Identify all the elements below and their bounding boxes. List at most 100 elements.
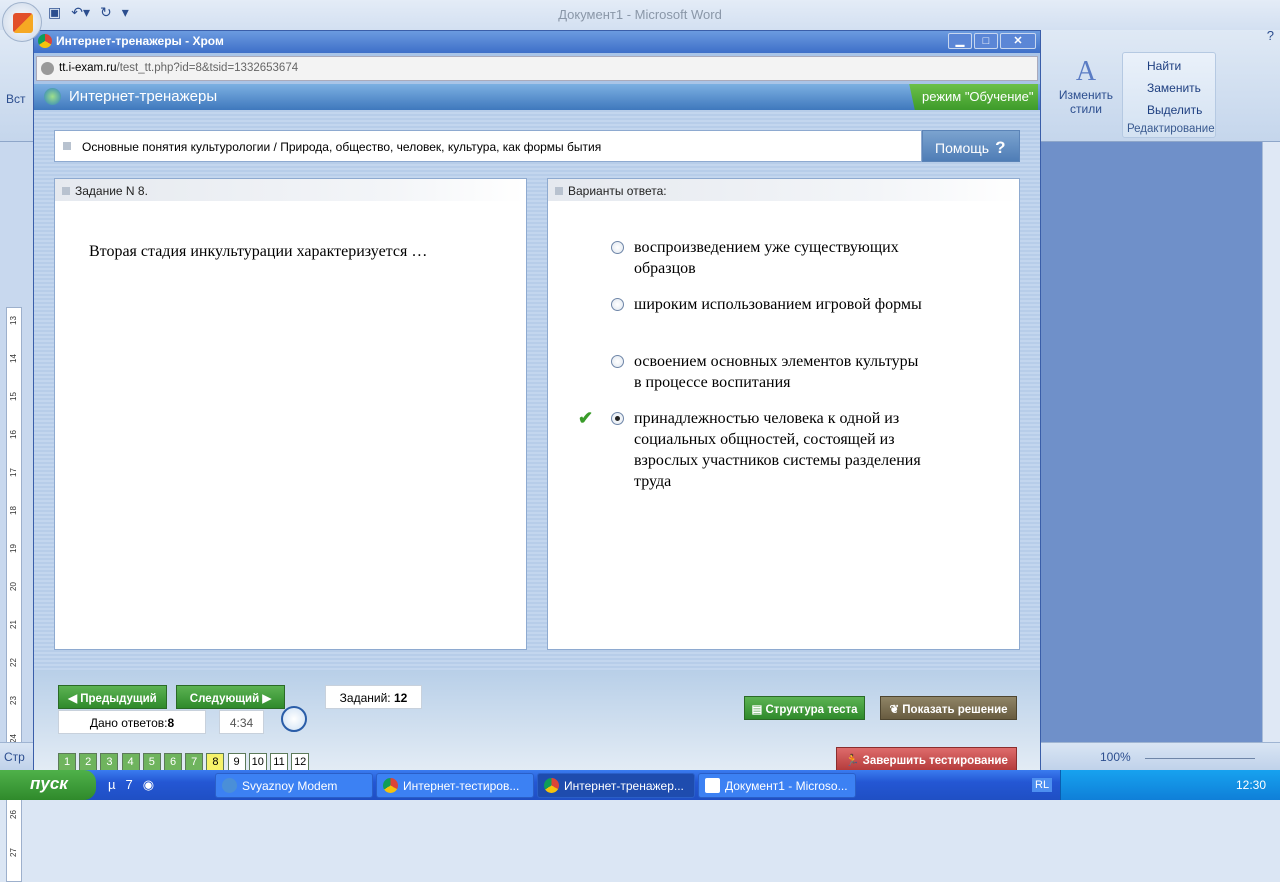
styles-icon: A (1075, 56, 1097, 87)
ruler-number: 13 (8, 316, 18, 325)
find-button[interactable]: Найти (1147, 59, 1181, 73)
breadcrumb-text: Основные понятия культурологии / Природа… (82, 140, 602, 154)
taskbar-item[interactable]: Интернет-тренажер... (537, 773, 695, 798)
tasks-label: Заданий: (339, 691, 391, 705)
help-label: Помощь (935, 140, 990, 156)
save-icon[interactable]: ▣ (48, 4, 61, 21)
paste-label[interactable]: Вст (6, 92, 26, 106)
address-bar[interactable]: tt.i-exam.ru/test_tt.php?id=8&tsid=13326… (36, 56, 1038, 81)
globe-icon (41, 62, 54, 75)
page-button[interactable]: 1 (58, 753, 76, 771)
test-structure-button[interactable]: ▤ Структура теста (744, 696, 865, 720)
page-button[interactable]: 5 (142, 753, 161, 771)
language-indicator[interactable]: RL (1032, 778, 1053, 792)
bullet-icon (62, 187, 70, 195)
office-button[interactable] (2, 2, 42, 42)
chrome-icon (38, 34, 52, 48)
select-button[interactable]: Выделить (1147, 103, 1202, 117)
ruler-number: 26 (8, 810, 18, 819)
breadcrumb: Основные понятия культурологии / Природа… (54, 130, 922, 162)
ruler-number: 22 (8, 658, 18, 667)
taskbar-item-label: Интернет-тестиров... (403, 779, 520, 793)
answered-count: Дано ответов:8 (58, 710, 206, 734)
page-button[interactable]: 8 (206, 753, 225, 771)
taskbar-item[interactable]: Svyaznoy Modem (215, 773, 373, 798)
replace-button[interactable]: Заменить (1147, 81, 1201, 95)
page-button[interactable]: 11 (270, 753, 288, 771)
page-button[interactable]: 10 (248, 753, 267, 771)
ruler-number: 19 (8, 544, 18, 553)
start-label: пуск (30, 774, 68, 793)
radio-button[interactable] (611, 412, 624, 425)
question-text: Вторая стадия инкультурации характеризуе… (89, 243, 428, 260)
answer-option[interactable]: воспроизведением уже существующих образц… (608, 237, 928, 279)
page-button[interactable]: 4 (121, 753, 140, 771)
answered-label: Дано ответов: (89, 716, 168, 730)
ruler-number: 18 (8, 506, 18, 515)
clock[interactable]: 12:30 (1236, 778, 1266, 792)
help-icon[interactable]: ? (1267, 28, 1274, 43)
page-button[interactable]: 12 (291, 753, 310, 771)
change-styles-button[interactable]: A Изменить стили (1050, 56, 1122, 116)
task-header: Задание N 8. (55, 179, 526, 201)
zoom-level[interactable]: 100% (1100, 750, 1131, 764)
redo-icon[interactable]: ↻ (100, 4, 112, 21)
show-solution-label: Показать решение (902, 704, 1008, 716)
customize-icon[interactable]: ▾ (122, 4, 129, 21)
next-button[interactable]: Следующий ▶ (176, 685, 285, 709)
answers-header: Варианты ответа: (548, 179, 1019, 201)
finish-test-button[interactable]: 🏃 Завершить тестирование (836, 747, 1017, 771)
ruler-number: 15 (8, 392, 18, 401)
radio-button[interactable] (611, 355, 624, 368)
office-logo-icon (13, 13, 33, 33)
page-button[interactable]: 9 (227, 753, 246, 771)
page-button[interactable]: 2 (79, 753, 98, 771)
answer-option[interactable]: широким использованием игровой формы (608, 294, 928, 315)
page-button[interactable]: 3 (100, 753, 119, 771)
task-header-text: Задание N 8. (75, 184, 148, 198)
option-text: освоением основных элементов культуры в … (634, 353, 919, 391)
taskbar-item-label: Документ1 - Microso... (725, 779, 848, 793)
radio-button[interactable] (611, 298, 624, 311)
answer-option[interactable]: освоением основных элементов культуры в … (608, 351, 928, 393)
maximize-button[interactable]: □ (974, 33, 998, 49)
page-button[interactable]: 7 (185, 753, 204, 771)
help-button[interactable]: Помощь? (922, 130, 1020, 162)
taskbar-item[interactable]: Интернет-тестиров... (376, 773, 534, 798)
utorrent-icon[interactable]: µ (108, 777, 116, 793)
word-icon (705, 778, 720, 793)
taskbar-item-label: Интернет-тренажер... (564, 779, 684, 793)
clock-icon (281, 706, 307, 732)
show-solution-button[interactable]: ❦ Показать решение (880, 696, 1017, 720)
editing-group-label: Редактирование (1127, 123, 1215, 135)
word-vertical-scrollbar[interactable] (1262, 142, 1280, 742)
test-content: Основные понятия культурологии / Природа… (34, 110, 1040, 670)
chrome-icon[interactable]: ◉ (143, 777, 154, 793)
answer-option[interactable]: ✔ принадлежностью человека к одной из соц… (578, 408, 928, 492)
word-document-area (1040, 142, 1280, 742)
page-status[interactable]: Стр (4, 750, 25, 764)
ruler-number: 21 (8, 620, 18, 629)
site-logo-icon (44, 88, 61, 105)
ribbon-right-groups: A Изменить стили Найти Заменить Выделить… (1040, 50, 1280, 140)
page-button[interactable]: 6 (164, 753, 182, 771)
timer: 4:34 (219, 710, 264, 734)
minimize-button[interactable]: ▁ (948, 33, 972, 49)
site-header: Интернет-тренажеры режим "Обучение" (34, 84, 1040, 110)
bullet-icon (63, 142, 71, 150)
app-icon[interactable]: 7 (126, 777, 133, 793)
taskbar-item[interactable]: Документ1 - Microso... (698, 773, 856, 798)
system-tray: 12:30 (1060, 770, 1280, 800)
tasks-value: 12 (393, 691, 408, 705)
prev-button[interactable]: ◀ Предыдущий (58, 685, 167, 709)
start-button[interactable]: пуск (0, 770, 96, 800)
undo-icon[interactable]: ↶▾ (71, 4, 90, 21)
radio-button[interactable] (611, 241, 624, 254)
checkmark-icon: ✔ (578, 408, 594, 428)
answers-panel: Варианты ответа: воспроизведением уже су… (547, 178, 1020, 650)
quick-access-toolbar: ▣ ↶▾ ↻ ▾ (48, 4, 129, 21)
chrome-icon (544, 778, 559, 793)
ruler-number: 14 (8, 354, 18, 363)
question-icon: ? (995, 138, 1006, 157)
close-button[interactable]: ✕ (1000, 33, 1036, 49)
